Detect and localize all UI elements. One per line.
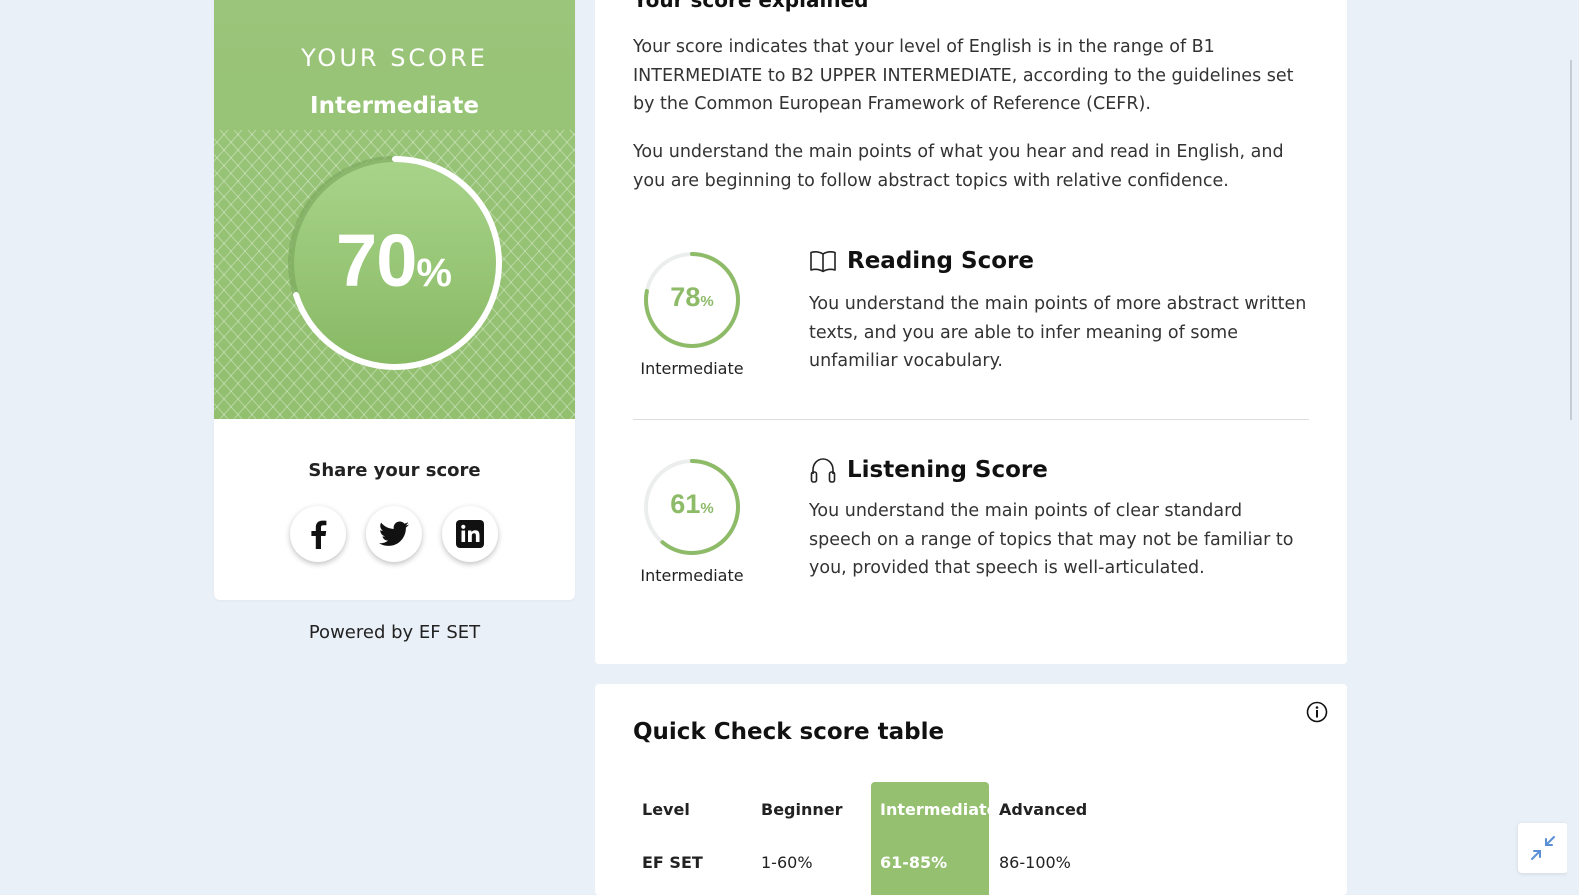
table-cell-beginner: 1-60%	[761, 853, 813, 872]
score-header: YOUR SCORE Intermediate 70%	[214, 0, 575, 419]
table-header-intermediate: Intermediate	[880, 800, 998, 819]
facebook-icon	[311, 520, 327, 549]
overall-score-number: 70	[336, 219, 417, 302]
section-divider	[633, 419, 1309, 420]
scrollbar[interactable]	[1567, 0, 1579, 895]
table-header-advanced: Advanced	[999, 800, 1088, 819]
score-explained-panel: Your score explained Your score indicate…	[595, 0, 1347, 664]
share-title: Share your score	[308, 460, 481, 481]
reading-score-title: Reading Score	[809, 248, 1034, 274]
headphones-icon	[810, 458, 836, 483]
your-score-heading: YOUR SCORE	[301, 44, 488, 72]
minimize-button[interactable]	[1518, 823, 1568, 873]
powered-by-label: Powered by EF SET	[308, 622, 481, 643]
table-header-beginner: Beginner	[761, 800, 843, 819]
overall-score-percent: %	[416, 251, 452, 295]
score-explained-title: Your score explained	[633, 0, 869, 12]
collapse-arrows-icon	[1531, 836, 1555, 860]
reading-score-number: 78	[670, 282, 701, 312]
table-row-label: EF SET	[642, 853, 703, 872]
twitter-icon	[379, 521, 409, 546]
table-header-level: Level	[642, 800, 690, 819]
listening-description: You understand the main points of clear …	[809, 501, 1294, 578]
listening-score-title: Listening Score	[809, 456, 1048, 484]
listening-level-label: Intermediate	[640, 566, 744, 585]
understanding-paragraph: You understand the main points of what y…	[633, 142, 1284, 191]
overall-level-label: Intermediate	[310, 93, 479, 119]
book-icon	[810, 251, 836, 273]
score-card: YOUR SCORE Intermediate 70% Share your s…	[214, 0, 575, 600]
reading-level-label: Intermediate	[640, 359, 744, 378]
facebook-share-button[interactable]	[290, 506, 346, 562]
score-table-title: Quick Check score table	[633, 719, 945, 745]
highlighted-level-column	[871, 782, 989, 895]
listening-score-number: 61	[670, 489, 701, 519]
listening-score-title-text: Listening Score	[847, 457, 1048, 483]
listening-score-value: 61%	[642, 489, 742, 520]
scrollbar-thumb[interactable]	[1570, 60, 1572, 420]
reading-score-percent: %	[700, 293, 714, 310]
overall-score-value: 70%	[324, 218, 464, 303]
score-table-panel: Quick Check score table Level Beginner I…	[595, 684, 1347, 895]
twitter-share-button[interactable]	[366, 506, 422, 562]
listening-score-percent: %	[700, 500, 714, 517]
reading-score-title-text: Reading Score	[847, 248, 1034, 274]
reading-score-value: 78%	[642, 282, 742, 313]
linkedin-share-button[interactable]	[442, 506, 498, 562]
table-cell-intermediate: 61-85%	[880, 853, 948, 872]
info-icon[interactable]	[1306, 701, 1328, 723]
linkedin-icon	[456, 520, 484, 548]
reading-description: You understand the main points of more a…	[809, 294, 1307, 371]
score-explanation-paragraph: Your score indicates that your level of …	[633, 37, 1294, 114]
table-cell-advanced: 86-100%	[999, 853, 1071, 872]
